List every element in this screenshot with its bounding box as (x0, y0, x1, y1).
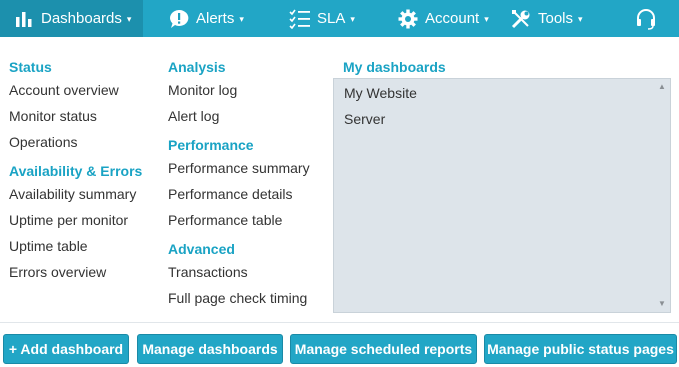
link-uptime-table[interactable]: Uptime table (9, 233, 142, 259)
nav-account[interactable]: Account ▾ (375, 0, 510, 37)
nav-alerts[interactable]: Alerts ▾ (143, 0, 265, 37)
chevron-down-icon: ▾ (578, 14, 583, 24)
add-dashboard-button[interactable]: + Add dashboard (3, 334, 129, 364)
link-errors-overview[interactable]: Errors overview (9, 259, 142, 285)
heading-performance: Performance (168, 137, 254, 153)
manage-public-status-pages-button[interactable]: Manage public status pages (484, 334, 677, 364)
nav-dashboards-label: Dashboards (41, 10, 122, 27)
top-nav: Dashboards ▾ Alerts ▾ SLA ▾ Account ▾ To… (0, 0, 679, 37)
list-item[interactable]: My Website (344, 85, 417, 101)
my-dashboards-heading: My dashboards (343, 59, 446, 75)
bar-chart-icon (13, 8, 35, 30)
list-item[interactable]: Server (344, 111, 385, 127)
nav-account-label: Account (425, 10, 480, 27)
divider (0, 322, 679, 323)
menu-column-status: Status Account overview Monitor status O… (9, 57, 142, 285)
link-transactions[interactable]: Transactions (168, 259, 310, 285)
chevron-down-icon: ▾ (350, 14, 355, 24)
alert-icon (168, 8, 190, 30)
headset-icon (635, 8, 657, 30)
link-alert-log[interactable]: Alert log (168, 103, 310, 129)
link-performance-details[interactable]: Performance details (168, 181, 310, 207)
link-availability-summary[interactable]: Availability summary (9, 181, 142, 207)
checklist-icon (289, 8, 311, 30)
heading-advanced: Advanced (168, 241, 235, 257)
link-operations[interactable]: Operations (9, 129, 142, 155)
scroll-up-arrow-icon[interactable]: ▲ (657, 82, 667, 92)
nav-tools[interactable]: Tools ▾ (510, 0, 622, 37)
menu-column-analysis: Analysis Monitor log Alert log Performan… (168, 57, 310, 311)
nav-dashboards[interactable]: Dashboards ▾ (0, 0, 143, 37)
nav-support[interactable] (622, 0, 679, 37)
link-full-page-check-timing[interactable]: Full page check timing (168, 285, 310, 311)
link-performance-summary[interactable]: Performance summary (168, 155, 310, 181)
heading-status: Status (9, 59, 52, 75)
link-monitor-log[interactable]: Monitor log (168, 77, 310, 103)
nav-tools-label: Tools (538, 10, 574, 27)
manage-dashboards-button[interactable]: Manage dashboards (137, 334, 283, 364)
chevron-down-icon: ▾ (484, 14, 489, 24)
nav-alerts-label: Alerts (196, 10, 235, 27)
heading-availability-errors: Availability & Errors (9, 163, 143, 179)
link-performance-table[interactable]: Performance table (168, 207, 310, 233)
chevron-down-icon: ▾ (126, 14, 132, 24)
nav-sla[interactable]: SLA ▾ (265, 0, 375, 37)
heading-analysis: Analysis (168, 59, 226, 75)
link-uptime-per-monitor[interactable]: Uptime per monitor (9, 207, 142, 233)
link-monitor-status[interactable]: Monitor status (9, 103, 142, 129)
nav-sla-label: SLA (317, 10, 346, 27)
chevron-down-icon: ▾ (239, 14, 244, 24)
tools-icon (510, 8, 532, 30)
scroll-down-arrow-icon[interactable]: ▼ (657, 299, 667, 309)
link-account-overview[interactable]: Account overview (9, 77, 142, 103)
gear-icon (397, 8, 419, 30)
my-dashboards-list[interactable]: My Website Server ▲ ▼ (333, 78, 671, 313)
manage-scheduled-reports-button[interactable]: Manage scheduled reports (290, 334, 477, 364)
